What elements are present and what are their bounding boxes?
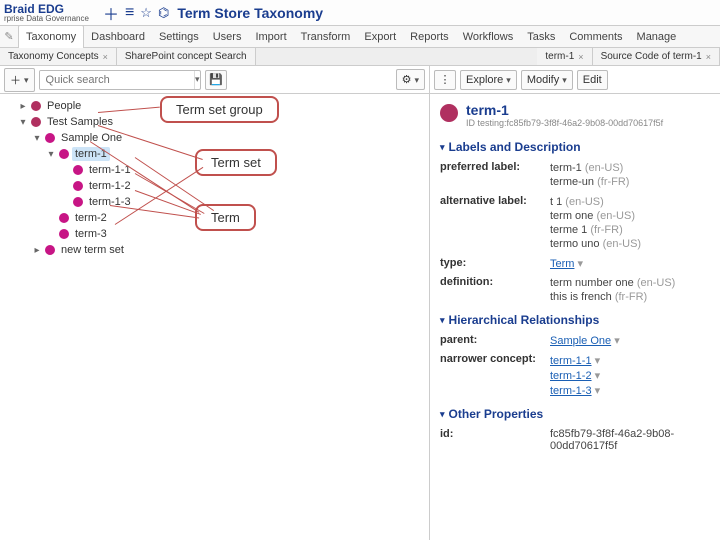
annotation-term-set: Term set bbox=[195, 149, 277, 176]
tree-node-new-term-set[interactable]: ▸new term set bbox=[32, 242, 429, 258]
close-icon[interactable]: × bbox=[578, 52, 583, 62]
left-toolbar: ＋ ▾ 💾 ⚙ bbox=[0, 66, 430, 93]
term-icon bbox=[73, 165, 83, 175]
menu-manage[interactable]: Manage bbox=[630, 26, 684, 48]
menu-export[interactable]: Export bbox=[357, 26, 403, 48]
hierarchy-icon[interactable]: ⌬ bbox=[158, 5, 169, 21]
section-other[interactable]: Other Properties bbox=[440, 407, 710, 421]
folder-icon bbox=[31, 117, 41, 127]
raw-id: fc85fb79-3f8f-46a2-9b08-00dd70617f5f bbox=[550, 428, 710, 452]
row-type: type: Term ▾ bbox=[440, 254, 710, 273]
row-definition: definition: term number one (en-US) this… bbox=[440, 273, 710, 307]
more-icon[interactable]: ⋮ bbox=[434, 70, 456, 90]
row-narrower: narrower concept: term-1-1 ▾ term-1-2 ▾ … bbox=[440, 350, 710, 401]
type-link[interactable]: Term bbox=[550, 258, 574, 270]
explore-button[interactable]: Explore bbox=[460, 70, 517, 90]
add-button[interactable]: ＋ bbox=[4, 68, 35, 92]
annotation-term-set-group: Term set group bbox=[160, 96, 279, 123]
gear-button[interactable]: ⚙ bbox=[396, 69, 425, 90]
tab-taxonomy-concepts[interactable]: Taxonomy Concepts× bbox=[0, 48, 117, 65]
term-icon bbox=[59, 213, 69, 223]
close-icon[interactable]: × bbox=[103, 52, 108, 62]
menubar: ✎ Taxonomy Dashboard Settings Users Impo… bbox=[0, 26, 720, 48]
detail-id: ID testing:fc85fb79-3f8f-46a2-9b08-00dd7… bbox=[466, 118, 663, 128]
topbar-actions: ＋ ≡ ☆ ⌬ bbox=[103, 1, 169, 25]
tab-source-code[interactable]: Source Code of term-1× bbox=[593, 48, 720, 65]
main: ▸People ▾Test Samples ▾Sample One ▾term-… bbox=[0, 94, 720, 540]
modify-button[interactable]: Modify bbox=[521, 70, 573, 90]
term-icon bbox=[73, 181, 83, 191]
termset-icon bbox=[45, 133, 55, 143]
row-alternative-label: alternative label: t 1 (en-US) term one … bbox=[440, 192, 710, 254]
menu-icon[interactable]: ≡ bbox=[125, 4, 134, 22]
annotation-term: Term bbox=[195, 204, 256, 231]
tree-node-term12[interactable]: term-1-2 bbox=[60, 178, 429, 194]
brand-sub: rprise Data Governance bbox=[4, 15, 89, 23]
menu-users[interactable]: Users bbox=[206, 26, 249, 48]
section-labels[interactable]: Labels and Description bbox=[440, 140, 710, 154]
detail-title: term-1 bbox=[466, 102, 663, 118]
term-icon bbox=[59, 229, 69, 239]
row-preferred-label: preferred label: term-1 (en-US) terme-un… bbox=[440, 158, 710, 192]
search-field[interactable] bbox=[40, 71, 194, 89]
detail-pane: term-1 ID testing:fc85fb79-3f8f-46a2-9b0… bbox=[430, 94, 720, 540]
tabstrip: Taxonomy Concepts× SharePoint concept Se… bbox=[0, 48, 720, 66]
menu-settings[interactable]: Settings bbox=[152, 26, 206, 48]
tab-term1[interactable]: term-1× bbox=[537, 48, 592, 65]
menu-tasks[interactable]: Tasks bbox=[520, 26, 562, 48]
menu-reports[interactable]: Reports bbox=[403, 26, 456, 48]
edit-button[interactable]: Edit bbox=[577, 70, 608, 90]
termset-icon bbox=[45, 245, 55, 255]
search-input[interactable]: ▾ bbox=[39, 70, 202, 90]
detail-header: term-1 ID testing:fc85fb79-3f8f-46a2-9b0… bbox=[440, 98, 710, 134]
menu-dashboard[interactable]: Dashboard bbox=[84, 26, 152, 48]
narrower-link[interactable]: term-1-1 bbox=[550, 355, 592, 367]
folder-icon bbox=[31, 101, 41, 111]
menu-comments[interactable]: Comments bbox=[562, 26, 629, 48]
narrower-link[interactable]: term-1-2 bbox=[550, 370, 592, 382]
narrower-link[interactable]: term-1-3 bbox=[550, 385, 592, 397]
parent-link[interactable]: Sample One bbox=[550, 335, 611, 347]
star-icon[interactable]: ☆ bbox=[140, 5, 152, 21]
brand: Braid EDG rprise Data Governance bbox=[4, 3, 89, 23]
menu-import[interactable]: Import bbox=[248, 26, 293, 48]
row-parent: parent: Sample One ▾ bbox=[440, 331, 710, 350]
right-toolbar: ⋮ Explore Modify Edit bbox=[430, 66, 720, 93]
term-icon bbox=[440, 104, 458, 122]
close-icon[interactable]: × bbox=[706, 52, 711, 62]
top-bar: Braid EDG rprise Data Governance ＋ ≡ ☆ ⌬… bbox=[0, 0, 720, 26]
pencil-icon[interactable]: ✎ bbox=[0, 30, 18, 43]
menu-workflows[interactable]: Workflows bbox=[456, 26, 521, 48]
term-icon bbox=[59, 149, 69, 159]
section-hierarchy[interactable]: Hierarchical Relationships bbox=[440, 313, 710, 327]
save-icon[interactable]: 💾 bbox=[205, 70, 227, 90]
tree-pane: ▸People ▾Test Samples ▾Sample One ▾term-… bbox=[0, 94, 430, 540]
term-icon bbox=[73, 197, 83, 207]
chevron-down-icon[interactable]: ▾ bbox=[194, 71, 201, 89]
row-id: id: fc85fb79-3f8f-46a2-9b08-00dd70617f5f bbox=[440, 425, 710, 455]
page-title: Term Store Taxonomy bbox=[177, 5, 323, 21]
toolbar-row: ＋ ▾ 💾 ⚙ ⋮ Explore Modify Edit bbox=[0, 66, 720, 94]
menu-taxonomy[interactable]: Taxonomy bbox=[18, 25, 84, 49]
menu-transform[interactable]: Transform bbox=[294, 26, 358, 48]
tab-sharepoint-search[interactable]: SharePoint concept Search bbox=[117, 48, 256, 65]
plus-icon[interactable]: ＋ bbox=[103, 1, 119, 25]
